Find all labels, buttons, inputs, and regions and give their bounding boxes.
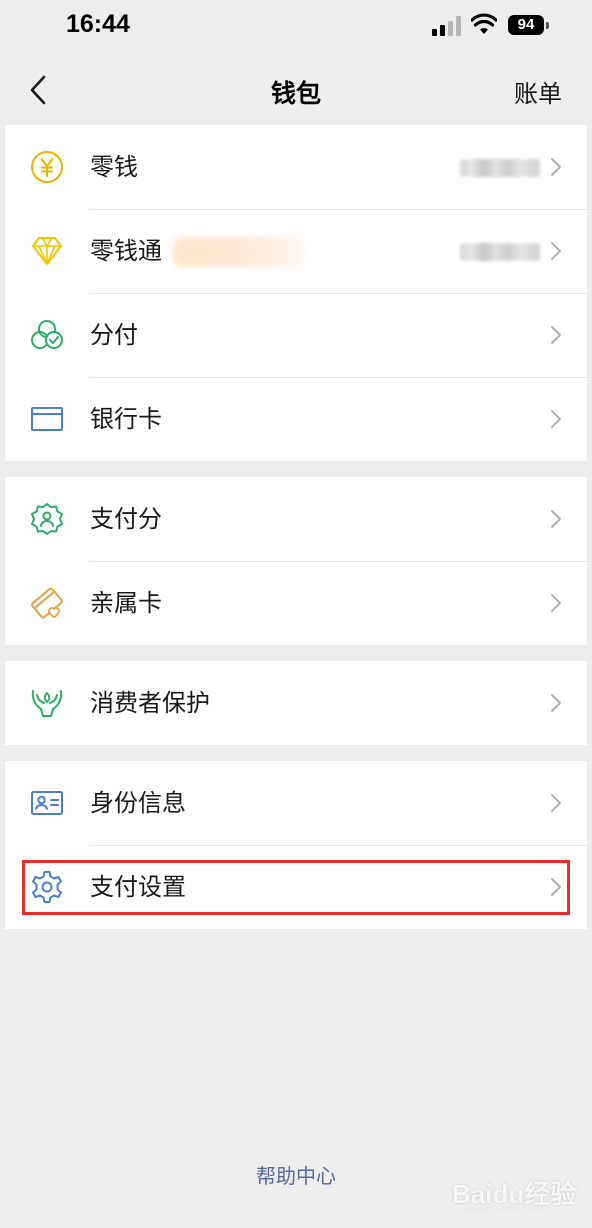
row-fenfu[interactable]: 分付 <box>5 293 587 377</box>
consumer-protection-hands-icon <box>31 690 63 717</box>
chevron-right-icon <box>551 158 561 176</box>
status-bar: 16:44 94 <box>0 0 592 56</box>
chevron-right-icon <box>551 326 561 344</box>
chevron-right-icon <box>551 594 561 612</box>
status-time: 16:44 <box>66 10 130 38</box>
bill-button[interactable]: 账单 <box>514 74 562 109</box>
row-label: 支付设置 <box>90 873 186 901</box>
watermark-subtext: jingyan.baidu.com <box>464 1204 548 1214</box>
gear-icon <box>32 871 62 903</box>
chevron-right-icon <box>551 410 561 428</box>
cellular-signal-icon <box>432 16 461 36</box>
row-label: 零钱 <box>90 153 138 181</box>
row-family-card[interactable]: 亲属卡 <box>5 561 587 645</box>
chevron-right-icon <box>551 794 561 812</box>
row-label: 支付分 <box>90 505 162 533</box>
row-label: 零钱通 <box>90 237 162 265</box>
nav-bar: 钱包 账单 <box>0 56 592 124</box>
wallet-group-settings: 身份信息 支付设置 <box>5 761 587 929</box>
yuan-coin-icon <box>31 151 63 183</box>
row-payment-settings[interactable]: 支付设置 <box>5 845 587 929</box>
row-identity-info[interactable]: 身份信息 <box>5 761 587 845</box>
wallet-group-credit: 支付分 亲属卡 <box>5 477 587 645</box>
diamond-icon <box>32 237 62 265</box>
hidden-balance <box>460 159 540 177</box>
row-label: 分付 <box>90 321 138 349</box>
row-lingqiantong[interactable]: 零钱通 <box>5 209 587 293</box>
id-card-icon <box>31 791 63 815</box>
battery-indicator: 94 <box>508 15 544 35</box>
row-label: 亲属卡 <box>90 589 162 617</box>
row-payment-score[interactable]: 支付分 <box>5 477 587 561</box>
wifi-icon <box>471 13 497 34</box>
payment-score-badge-icon <box>31 503 63 535</box>
wallet-group-protection: 消费者保护 <box>5 661 587 745</box>
row-consumer-protection[interactable]: 消费者保护 <box>5 661 587 745</box>
row-label: 身份信息 <box>90 789 186 817</box>
hidden-balance <box>460 243 540 261</box>
page-title: 钱包 <box>270 79 321 108</box>
chevron-right-icon <box>551 242 561 260</box>
chevron-right-icon <box>551 510 561 528</box>
row-label: 银行卡 <box>90 405 162 433</box>
family-card-icon <box>31 587 63 619</box>
bank-card-icon <box>31 407 63 431</box>
row-change[interactable]: 零钱 <box>5 125 587 209</box>
chevron-right-icon <box>551 694 561 712</box>
fenfu-circles-icon <box>31 320 63 349</box>
battery-nub <box>546 22 549 29</box>
hidden-promo-text <box>173 237 303 267</box>
baidu-watermark: Baidu经验 jingyan.baidu.com <box>452 1160 582 1216</box>
wallet-group-funds: 零钱 零钱通 分付 银行卡 <box>5 125 587 461</box>
chevron-right-icon <box>551 878 561 896</box>
row-bank-card[interactable]: 银行卡 <box>5 377 587 461</box>
row-label: 消费者保护 <box>90 689 210 717</box>
